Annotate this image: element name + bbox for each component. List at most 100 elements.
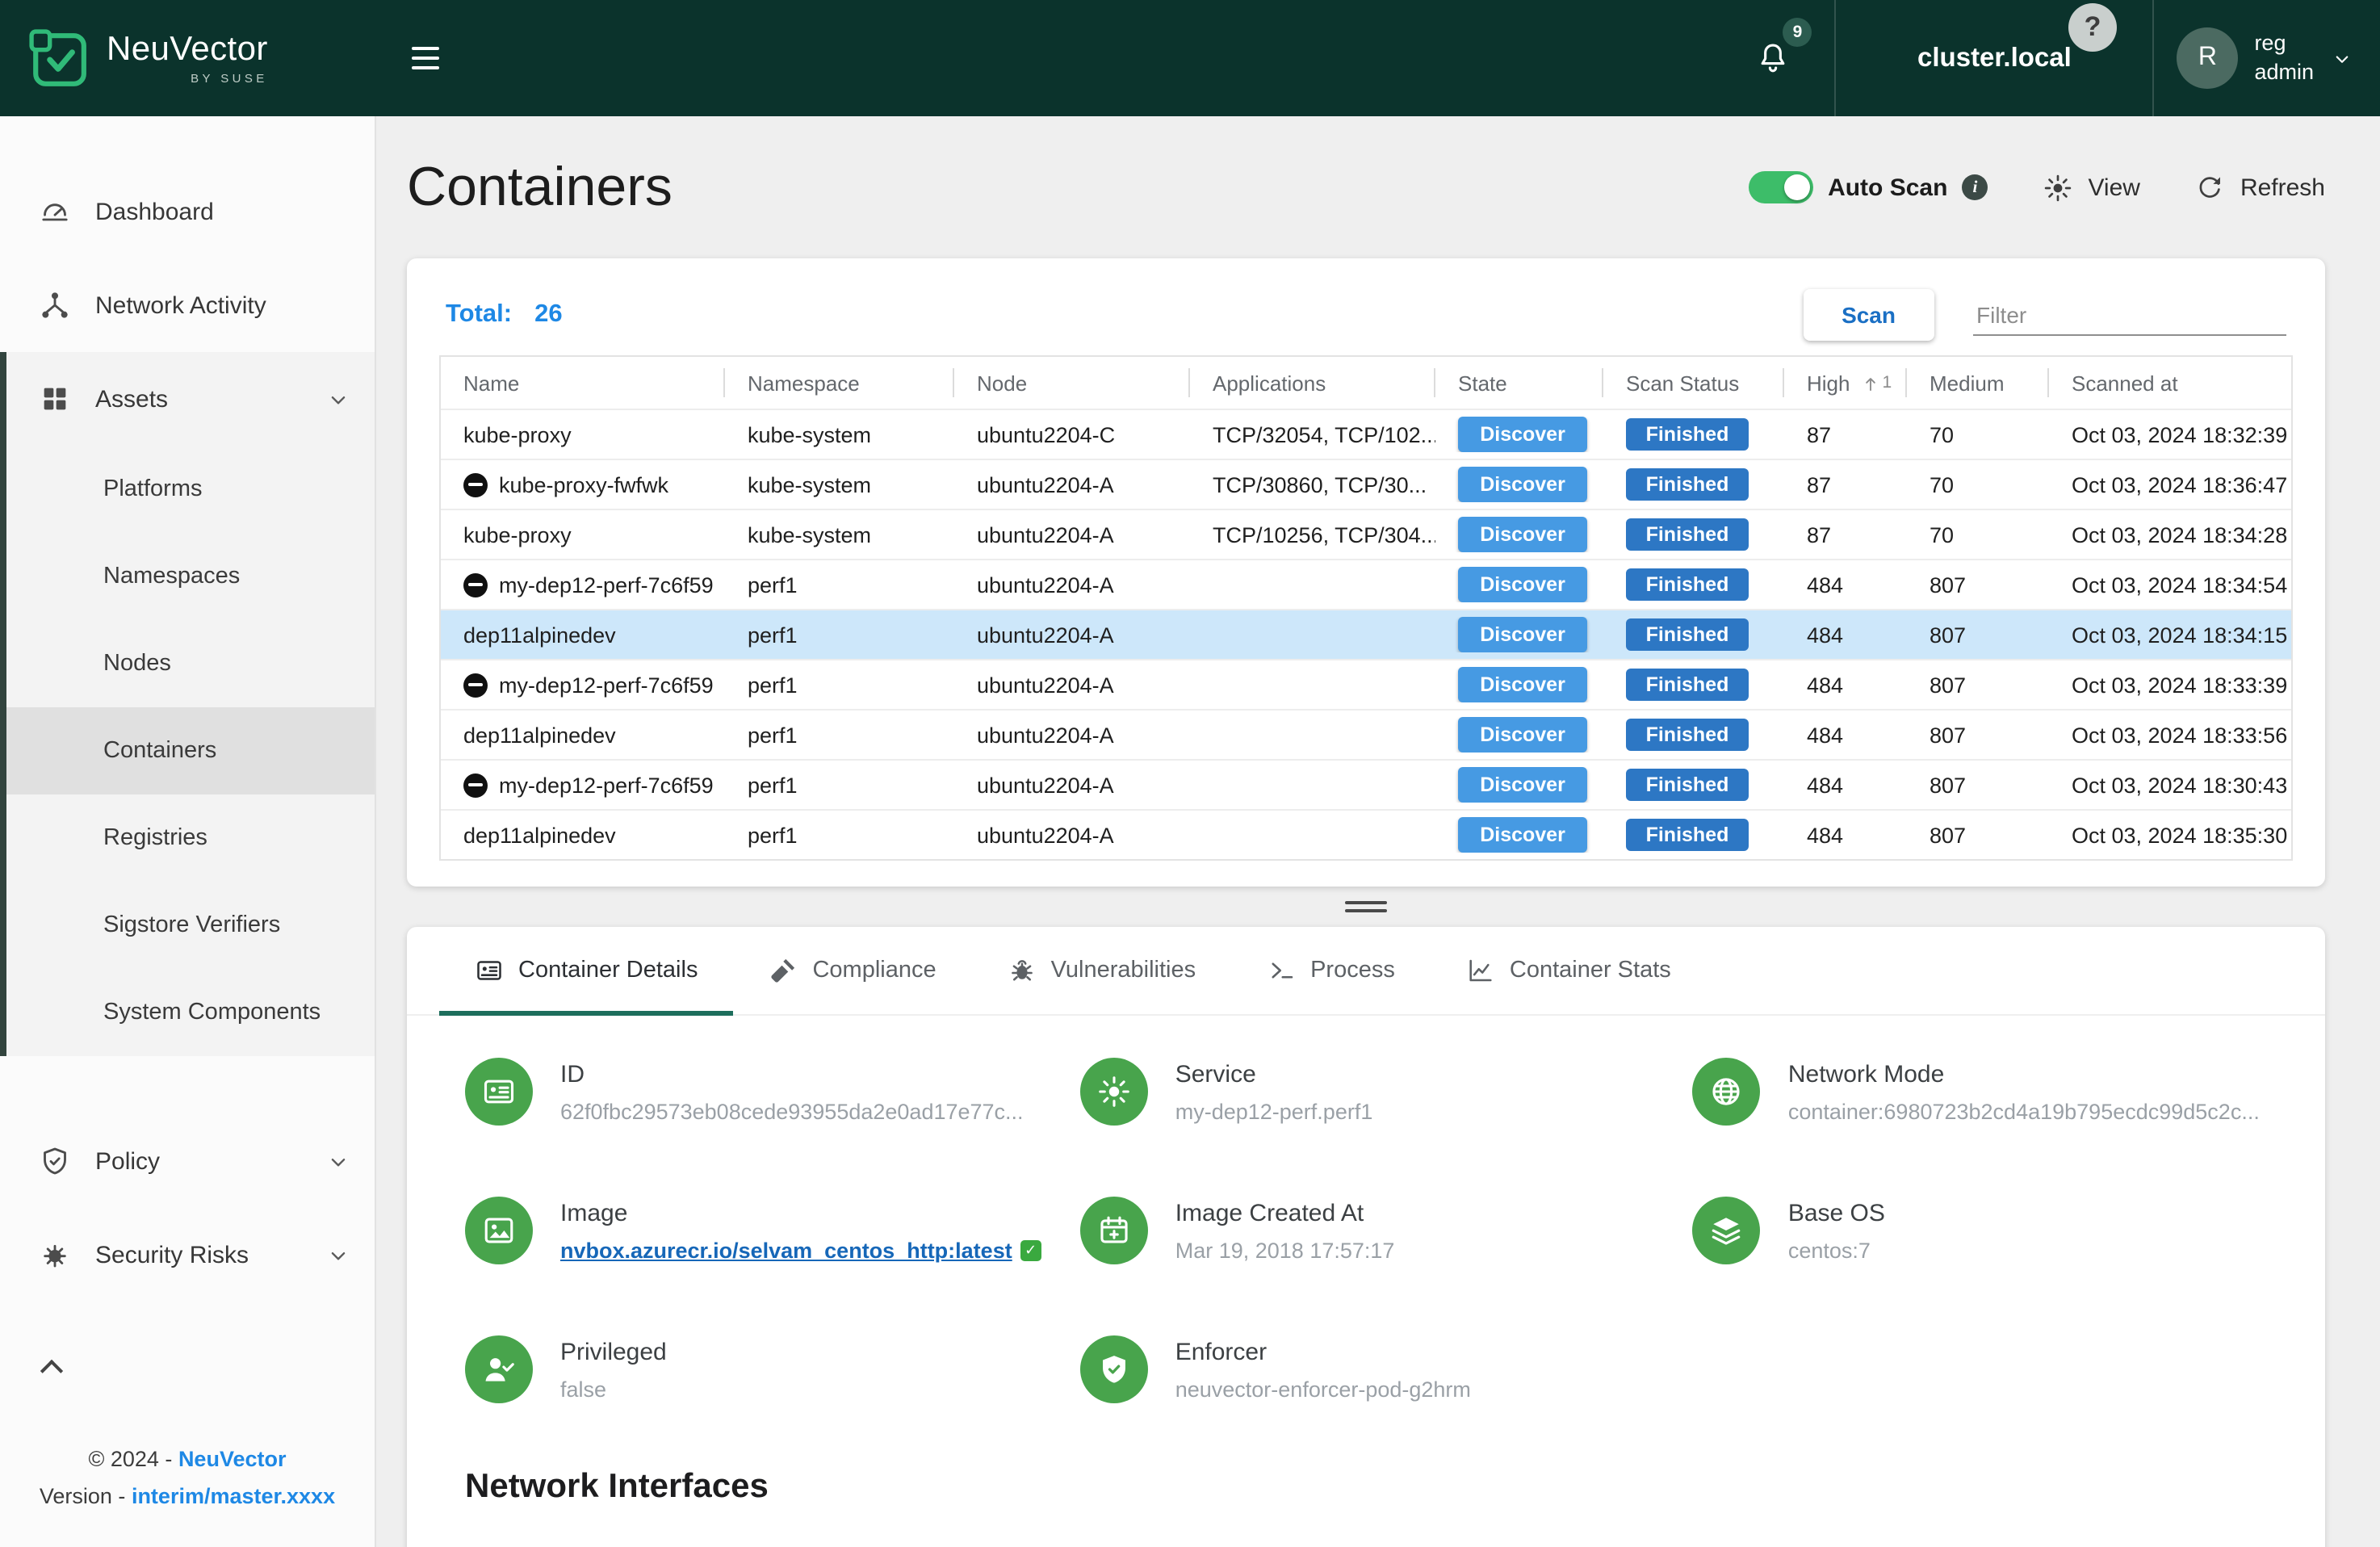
sidebar-subitem-label: System Components <box>103 1000 321 1025</box>
filter-input[interactable] <box>1973 295 2286 335</box>
tab-container-details[interactable]: Container Details <box>439 928 733 1015</box>
cell-medium: 807 <box>1907 773 2049 797</box>
menu-button[interactable] <box>402 37 449 78</box>
bug-icon <box>1008 957 1037 986</box>
cell-text: ubuntu2204-A <box>977 572 1114 597</box>
info-glyph: i <box>1973 178 1978 196</box>
chevron-down-icon <box>325 1241 352 1268</box>
sidebar-item-sigstore-verifiers[interactable]: Sigstore Verifiers <box>6 882 375 969</box>
column-header-state[interactable]: State <box>1435 357 1603 409</box>
scan-status-badge: Finished <box>1626 719 1749 751</box>
table-body: kube-proxykube-systemubuntu2204-CTCP/320… <box>441 409 2291 859</box>
table-row[interactable]: dep11alpinedevperf1ubuntu2204-ADiscoverF… <box>441 709 2291 759</box>
tab-compliance[interactable]: Compliance <box>733 928 971 1015</box>
state-button[interactable]: Discover <box>1458 517 1587 552</box>
table-row[interactable]: kube-proxy-fwfwkkube-systemubuntu2204-AT… <box>441 459 2291 509</box>
total-label: Total: <box>446 300 512 329</box>
table-row[interactable]: dep11alpinedevperf1ubuntu2204-ADiscoverF… <box>441 609 2291 659</box>
version-link[interactable]: interim/master.xxxx <box>132 1483 335 1507</box>
card-icon <box>475 957 504 986</box>
total-count: Total: 26 <box>446 300 563 329</box>
state-button[interactable]: Discover <box>1458 767 1587 803</box>
sidebar-nav: DashboardNetwork ActivityAssetsPlatforms… <box>0 116 375 1302</box>
cell-high: 484 <box>1784 673 1907 697</box>
column-header-name[interactable]: Name <box>441 357 725 409</box>
state-button[interactable]: Discover <box>1458 417 1587 452</box>
cell-medium: 807 <box>1907 673 2049 697</box>
cell-namespace: kube-system <box>725 522 954 547</box>
column-header-medium[interactable]: Medium <box>1907 357 2049 409</box>
table-row[interactable]: kube-proxykube-systemubuntu2204-ATCP/102… <box>441 509 2291 559</box>
state-button[interactable]: Discover <box>1458 817 1587 853</box>
cell-state: Discover <box>1435 767 1603 803</box>
tab-container-stats[interactable]: Container Stats <box>1431 928 1707 1015</box>
sidebar-item-network-activity[interactable]: Network Activity <box>0 258 375 352</box>
cell-scanned-at: Oct 03, 2024 18:30:43 <box>2049 773 2291 797</box>
field-label: Enforcer <box>1175 1336 1471 1367</box>
image-link[interactable]: nvbox.azurecr.io/selvam_centos_http:late… <box>560 1239 1012 1264</box>
field-image: Imagenvbox.azurecr.io/selvam_centos_http… <box>465 1197 1041 1265</box>
sidebar-item-platforms[interactable]: Platforms <box>6 446 375 533</box>
state-button[interactable]: Discover <box>1458 467 1587 502</box>
scan-button[interactable]: Scan <box>1803 289 1934 341</box>
cell-text: Oct 03, 2024 18:32:39 <box>2072 422 2287 446</box>
cell-applications: TCP/10256, TCP/304... <box>1190 522 1435 547</box>
user-menu[interactable]: R reg admin <box>2154 0 2380 116</box>
network-interfaces-heading: Network Interfaces <box>465 1469 2325 1507</box>
state-button[interactable]: Discover <box>1458 567 1587 602</box>
cell-scan-status: Finished <box>1603 769 1784 801</box>
column-header-high[interactable]: High1 <box>1784 357 1907 409</box>
table-row[interactable]: my-dep12-perf-7c6f59perf1ubuntu2204-ADis… <box>441 659 2291 709</box>
cell-text: ubuntu2204-A <box>977 823 1114 847</box>
column-header-scan-status[interactable]: Scan Status <box>1603 357 1784 409</box>
notifications-button[interactable]: 9 <box>1712 0 1834 116</box>
table-row[interactable]: kube-proxykube-systemubuntu2204-CTCP/320… <box>441 409 2291 459</box>
column-header-scanned-at[interactable]: Scanned at <box>2049 357 2291 409</box>
auto-scan-toggle[interactable] <box>1749 171 1813 203</box>
container-name: my-dep12-perf-7c6f59 <box>499 572 714 597</box>
sidebar-item-dashboard[interactable]: Dashboard <box>0 165 375 258</box>
sidebar-item-security-risks[interactable]: Security Risks <box>0 1208 375 1302</box>
cell-node: ubuntu2204-A <box>954 572 1190 597</box>
info-icon[interactable]: i <box>1962 174 1988 200</box>
sidebar-item-namespaces[interactable]: Namespaces <box>6 533 375 620</box>
sidebar-item-policy[interactable]: Policy <box>0 1114 375 1208</box>
neuvector-logo <box>29 28 89 88</box>
sidebar-item-nodes[interactable]: Nodes <box>6 620 375 707</box>
cell-name: kube-proxy-fwfwk <box>441 472 725 497</box>
view-label: View <box>2088 174 2140 201</box>
cell-state: Discover <box>1435 617 1603 652</box>
column-header-applications[interactable]: Applications <box>1190 357 1435 409</box>
cell-medium: 70 <box>1907 522 2049 547</box>
refresh-button[interactable]: Refresh <box>2195 172 2325 203</box>
sidebar-item-containers[interactable]: Containers <box>6 707 375 794</box>
neuvector-link[interactable]: NeuVector <box>178 1448 287 1472</box>
column-header-namespace[interactable]: Namespace <box>725 357 954 409</box>
help-button[interactable]: ? <box>2068 3 2117 52</box>
table-row[interactable]: my-dep12-perf-7c6f59 perf1 ubuntu2204-A Dis… <box>441 559 2291 609</box>
cell-text: kube-system <box>748 422 871 446</box>
table-row[interactable]: my-dep12-perf-7c6f59perf1ubuntu2204-ADis… <box>441 759 2291 809</box>
sidebar-item-registries[interactable]: Registries <box>6 794 375 882</box>
table-row[interactable]: dep11alpinedevperf1ubuntu2204-ADiscoverF… <box>441 809 2291 859</box>
cell-namespace: perf1 <box>725 572 954 597</box>
state-button[interactable]: Discover <box>1458 617 1587 652</box>
state-button[interactable]: Discover <box>1458 717 1587 753</box>
sidebar-item-assets[interactable]: Assets <box>6 352 375 446</box>
auto-scan-label: Auto Scan <box>1828 174 1947 201</box>
main-content: Containers Auto Scan i View Refresh <box>376 116 2380 1547</box>
tab-process[interactable]: Process <box>1231 928 1431 1015</box>
state-button[interactable]: Discover <box>1458 667 1587 702</box>
column-header-node[interactable]: Node <box>954 357 1190 409</box>
cell-medium: 807 <box>1907 572 2049 597</box>
panel-resize-handle[interactable] <box>1345 901 1387 913</box>
cell-name: kube-proxy <box>441 422 725 446</box>
table-actions: Scan <box>1803 289 2286 341</box>
sidebar-item-system-components[interactable]: System Components <box>6 969 375 1056</box>
cell-state: Discover <box>1435 717 1603 753</box>
tab-vulnerabilities[interactable]: Vulnerabilities <box>972 928 1231 1015</box>
view-button[interactable]: View <box>2043 172 2140 203</box>
cell-text: 807 <box>1930 673 1966 697</box>
cell-high: 484 <box>1784 572 1907 597</box>
field-label: Privileged <box>560 1336 667 1367</box>
